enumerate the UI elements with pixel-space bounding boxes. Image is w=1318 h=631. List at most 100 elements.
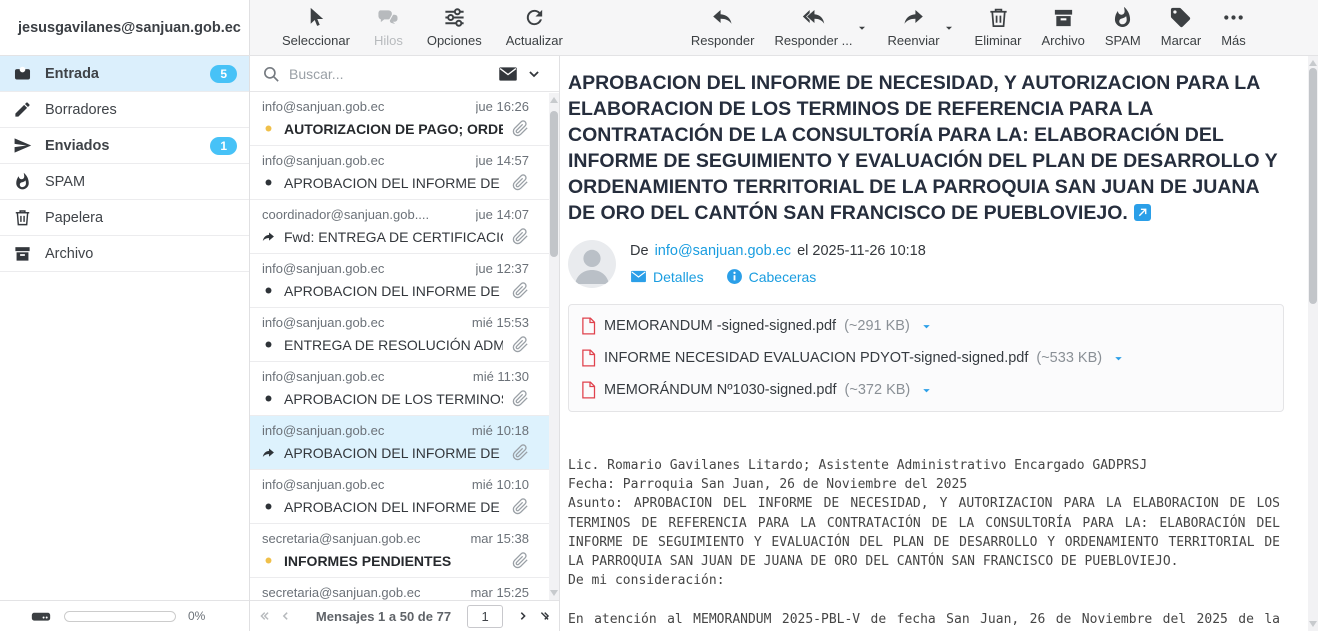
- options-button[interactable]: Opciones: [427, 6, 482, 48]
- message-sender: info@sanjuan.gob.ec: [262, 315, 384, 330]
- sidebar-item-sent[interactable]: Enviados1: [0, 128, 249, 164]
- spam-toolbar-item: SPAM: [1105, 6, 1141, 48]
- sidebar-item-archive[interactable]: Archivo: [0, 236, 249, 272]
- archive-button[interactable]: Archivo: [1042, 6, 1085, 48]
- message-list-row[interactable]: info@sanjuan.gob.ecjue 14:57APROBACION D…: [250, 146, 559, 200]
- message-list-row[interactable]: secretaria@sanjuan.gob.ecmar 15:38INFORM…: [250, 524, 559, 578]
- select-button[interactable]: Seleccionar: [282, 6, 350, 48]
- from-line: De info@sanjuan.gob.ec el 2025-11-26 10:…: [630, 243, 928, 259]
- sidebar-item-trash[interactable]: Papelera: [0, 200, 249, 236]
- refresh-button[interactable]: Actualizar: [506, 6, 563, 48]
- send-icon: [13, 136, 32, 155]
- top-bar: jesusgavilanes@sanjuan.gob.ec Selecciona…: [0, 0, 1318, 56]
- toolbar: SeleccionarHilosOpcionesActualizar Respo…: [250, 0, 1318, 55]
- message-list-row[interactable]: info@sanjuan.gob.ecmié 15:53ENTREGA DE R…: [250, 308, 559, 362]
- message-date: jue 16:26: [476, 99, 530, 114]
- reply-icon: [711, 6, 734, 29]
- options-toolbar-item: Opciones: [427, 6, 482, 48]
- main-area: Entrada5BorradoresEnviados1SPAMPapeleraA…: [0, 56, 1318, 631]
- forward-dropdown-caret-icon[interactable]: [943, 22, 955, 34]
- first-page-button[interactable]: [259, 608, 270, 624]
- sender-email-link[interactable]: info@sanjuan.gob.ec: [655, 243, 791, 259]
- scroll-down-arrow-icon[interactable]: [1309, 621, 1317, 627]
- attachment-menu-caret-icon[interactable]: [1112, 352, 1125, 365]
- search-input[interactable]: [289, 66, 489, 82]
- attachment-name-link[interactable]: INFORME NECESIDAD EVALUACION PDYOT-signe…: [604, 350, 1028, 366]
- message-sender: info@sanjuan.gob.ec: [262, 99, 384, 114]
- message-sender: info@sanjuan.gob.ec: [262, 423, 384, 438]
- unread-count-badge: 5: [210, 65, 237, 83]
- message-date: jue 14:57: [476, 153, 530, 168]
- sidebar-item-spam[interactable]: SPAM: [0, 164, 249, 200]
- message-subject: APROBACION DEL INFORME DE NECESIDAD, Y A…: [568, 70, 1284, 226]
- body-line: De mi consideración:: [568, 571, 1280, 590]
- scrollbar-thumb[interactable]: [550, 111, 558, 257]
- message-list-row[interactable]: secretaria@sanjuan.gob.ecmar 15:25: [250, 578, 559, 600]
- search-icon: [262, 65, 280, 83]
- message-subject: APROBACION DE LOS TERMINOS ...: [284, 391, 503, 407]
- reply-button[interactable]: Responder: [691, 6, 755, 48]
- forwarded-arrow-icon: [262, 230, 275, 243]
- message-subject: APROBACION DEL INFORME DE ...: [284, 175, 503, 191]
- message-date: mar 15:38: [470, 531, 529, 546]
- message-view-scrollbar[interactable]: [1308, 56, 1318, 631]
- message-list-row[interactable]: info@sanjuan.gob.ecmié 10:18APROBACION D…: [250, 416, 559, 470]
- body-line: Asunto: APROBACION DEL INFORME DE NECESI…: [568, 494, 1280, 571]
- more-button[interactable]: Más: [1221, 6, 1246, 48]
- attachment-name-link[interactable]: MEMORANDUM -signed-signed.pdf: [604, 318, 836, 334]
- pdf-file-icon: [581, 317, 596, 335]
- attachment-row: MEMORÁNDUM Nº1030-signed.pdf(~372 KB): [581, 374, 1271, 406]
- scrollbar-thumb[interactable]: [1309, 68, 1317, 304]
- message-list-row[interactable]: coordinador@sanjuan.gob....jue 14:07Fwd:…: [250, 200, 559, 254]
- scroll-down-arrow-icon[interactable]: [550, 590, 558, 596]
- message-sender: secretaria@sanjuan.gob.ec: [262, 585, 420, 600]
- reply-all-dropdown-caret-icon[interactable]: [856, 22, 868, 34]
- last-page-button[interactable]: [539, 608, 550, 624]
- open-in-new-window-icon[interactable]: [1134, 204, 1151, 221]
- prev-page-button[interactable]: [280, 608, 291, 624]
- forwarded-arrow-icon: [262, 446, 275, 459]
- message-date: el 2025-11-26 10:18: [797, 243, 926, 259]
- list-options-chevron-down-icon[interactable]: [527, 67, 541, 81]
- reply-all-button[interactable]: Responder ...: [774, 6, 852, 48]
- reply-all-icon: [802, 6, 825, 29]
- more-toolbar-item: Más: [1221, 6, 1246, 48]
- flame-icon: [1111, 6, 1134, 29]
- message-body: Lic. Romario Gavilanes Litardo; Asistent…: [568, 456, 1284, 631]
- folder-list: Entrada5BorradoresEnviados1SPAMPapeleraA…: [0, 56, 249, 272]
- sliders-icon: [443, 6, 466, 29]
- message-list-row[interactable]: info@sanjuan.gob.ecmié 10:10APROBACION D…: [250, 470, 559, 524]
- reply-toolbar-item: Responder: [691, 6, 755, 48]
- delete-button[interactable]: Eliminar: [975, 6, 1022, 48]
- paperclip-icon: [512, 444, 529, 461]
- message-sender: coordinador@sanjuan.gob....: [262, 207, 429, 222]
- scroll-up-arrow-icon[interactable]: [1309, 60, 1317, 66]
- info-icon: [726, 268, 743, 285]
- sidebar-item-drafts[interactable]: Borradores: [0, 92, 249, 128]
- message-date: mié 10:18: [472, 423, 529, 438]
- scroll-up-arrow-icon[interactable]: [550, 97, 558, 103]
- message-list-scrollbar[interactable]: [549, 93, 559, 600]
- forward-button[interactable]: Reenviar: [888, 6, 940, 48]
- attachment-size: (~533 KB): [1036, 350, 1102, 366]
- read-dot-icon: [262, 500, 275, 513]
- next-page-button[interactable]: [517, 608, 528, 624]
- message-list-row[interactable]: info@sanjuan.gob.ecjue 16:26AUTORIZACION…: [250, 92, 559, 146]
- forward-toolbar-item: Reenviar: [888, 6, 955, 48]
- read-dot-icon: [262, 284, 275, 297]
- mark-button[interactable]: Marcar: [1161, 6, 1201, 48]
- message-date: mié 10:10: [472, 477, 529, 492]
- spam-button[interactable]: SPAM: [1105, 6, 1141, 48]
- pagination-bar: Mensajes 1 a 50 de 77: [250, 600, 559, 631]
- envelope-icon: [630, 268, 647, 285]
- list-options-envelope-icon[interactable]: [498, 64, 518, 84]
- attachment-menu-caret-icon[interactable]: [920, 384, 933, 397]
- message-list-row[interactable]: info@sanjuan.gob.ecjue 12:37APROBACION D…: [250, 254, 559, 308]
- details-link[interactable]: Detalles: [630, 268, 704, 285]
- attachment-menu-caret-icon[interactable]: [920, 320, 933, 333]
- page-number-input[interactable]: [467, 605, 503, 628]
- attachment-name-link[interactable]: MEMORÁNDUM Nº1030-signed.pdf: [604, 382, 837, 398]
- headers-link[interactable]: Cabeceras: [726, 268, 817, 285]
- sidebar-item-inbox[interactable]: Entrada5: [0, 56, 249, 92]
- message-list-row[interactable]: info@sanjuan.gob.ecmié 11:30APROBACION D…: [250, 362, 559, 416]
